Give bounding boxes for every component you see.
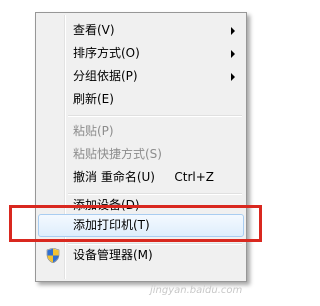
menu-item-label: 撤消 重命名(U): [73, 170, 155, 184]
annotation-highlight-box: [9, 205, 262, 242]
menu-item-label: 查看(V): [73, 23, 115, 37]
uac-shield-icon: [46, 247, 60, 264]
menu-item-label: 排序方式(O): [73, 46, 140, 60]
menu-item-label: 分组依据(P): [73, 69, 138, 83]
menu-item-paste-shortcut: 粘贴快捷方式(S): [38, 143, 244, 166]
menu-item-refresh[interactable]: 刷新(E): [38, 88, 244, 111]
submenu-arrow-icon: [231, 73, 235, 81]
submenu-arrow-icon: [231, 27, 235, 35]
submenu-arrow-icon: [231, 50, 235, 58]
menu-item-undo-rename[interactable]: 撤消 重命名(U) Ctrl+Z: [38, 166, 244, 189]
menu-item-device-manager[interactable]: 设备管理器(M): [38, 244, 244, 267]
menu-item-label: 粘贴(P): [73, 124, 114, 138]
menu-item-view[interactable]: 查看(V): [38, 19, 244, 42]
menu-item-sort-by[interactable]: 排序方式(O): [38, 42, 244, 65]
menu-item-group-by[interactable]: 分组依据(P): [38, 65, 244, 88]
menu-separator: [68, 115, 242, 117]
menu-item-shortcut: Ctrl+Z: [174, 170, 214, 184]
menu-item-label: 刷新(E): [73, 92, 114, 106]
menu-item-label: 设备管理器(M): [73, 248, 153, 262]
watermark: jingyan.baidu.com: [150, 285, 243, 296]
menu-item-label: 粘贴快捷方式(S): [73, 147, 162, 161]
menu-item-paste: 粘贴(P): [38, 120, 244, 143]
